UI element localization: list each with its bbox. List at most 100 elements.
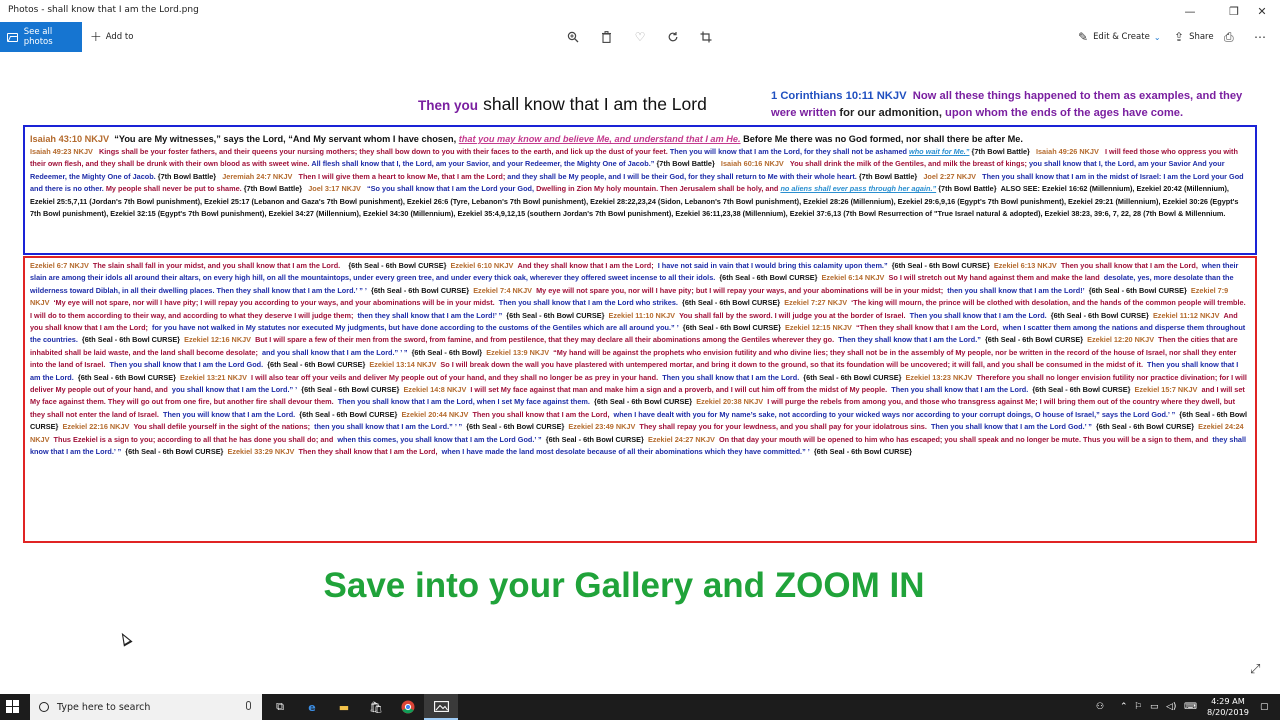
save-banner: Save into your Gallery and ZOOM IN (323, 566, 925, 605)
notifications-icon[interactable]: ▢ (1260, 694, 1269, 720)
verse-text: Then you shall know that I am the Lord, (472, 409, 610, 419)
verse-tag: {6th Seal - 6th Bowl CURSE} (299, 409, 398, 419)
verse-ref: Ezekiel 6:10 NKJV (450, 261, 514, 270)
red-verse-entry: Ezekiel 11:10 NKJV You shall fall by the… (608, 311, 1152, 320)
photos-app-icon[interactable] (424, 694, 458, 720)
verse-highlight: I have not said in vain that I would bri… (657, 261, 888, 270)
blue-verse-paragraph: Isaiah 49:23 NKJV Kings shall be your fo… (30, 146, 1249, 220)
verse-tag: {6th Seal - 6th Bowl CURSE} (77, 372, 176, 382)
verse-highlight: Then you shall know that I am the Lord, … (337, 397, 590, 407)
print-button[interactable]: ⎙ (1224, 22, 1239, 52)
close-button[interactable]: ✕ (1244, 0, 1280, 22)
window-title: Photos - shall know that I am the Lord.p… (8, 5, 199, 15)
chevron-down-icon: ⌄ (1153, 32, 1161, 42)
verse-tag: {6th Seal - 6th Bowl CURSE} (348, 261, 447, 270)
verse-text: You shall defile yourself in the sight o… (133, 422, 311, 432)
expand-fullscreen-icon[interactable]: ⤢ (1250, 662, 1260, 677)
verse-text: My eye will not spare you, nor will I ha… (536, 285, 944, 295)
photos-icon (7, 32, 18, 42)
tray-app-icon[interactable]: ⚐ (1134, 694, 1142, 720)
taskbar-search-box[interactable]: Type here to search (30, 694, 262, 720)
volume-icon[interactable]: ◁) (1166, 694, 1176, 720)
verse-text: My people shall never be put to shame. (105, 184, 242, 194)
store-icon[interactable]: 🛍 (360, 694, 392, 720)
rotate-icon[interactable] (662, 26, 684, 48)
verse-tag: {6th Seal - 6th Bowl CURSE} (682, 323, 781, 333)
verse-ref: Isaiah 60:16 NKJV (720, 159, 784, 169)
red-verse-box: Ezekiel 6:7 NKJV The slain shall fall in… (23, 256, 1257, 543)
microphone-icon[interactable] (246, 701, 251, 710)
print-icon: ⎙ (1224, 29, 1234, 44)
see-all-photos-button[interactable]: See all photos (0, 22, 82, 52)
verse-highlight: Then you shall know that I am the Lord. (662, 372, 800, 382)
edge-browser-icon[interactable]: e (296, 694, 328, 720)
minimize-button[interactable]: — (1172, 0, 1208, 22)
verse-text: You shall drink the milk of the Gentiles… (789, 159, 1027, 169)
chrome-icon[interactable] (392, 694, 424, 720)
verse-ref: Joel 3:17 NKJV (308, 184, 361, 194)
network-icon[interactable]: ▭ (1150, 694, 1159, 720)
start-button[interactable] (6, 700, 20, 714)
chevron-up-icon[interactable]: ⌃ (1120, 694, 1128, 720)
edit-create-label: Edit & Create (1093, 32, 1150, 42)
verse-text: You shall fall by the sword. I will judg… (679, 310, 906, 320)
red-verse-entry: Ezekiel 6:7 NKJV The slain shall fall in… (30, 261, 451, 270)
verse-tag: {6th Seal - 6th Bowl CURSE} (803, 372, 902, 382)
crop-icon[interactable] (695, 26, 717, 48)
verse-highlight: and they shall be My people, and I will … (507, 171, 857, 181)
verse-ref: Ezekiel 12:15 NKJV (784, 323, 852, 333)
verse-tag: {7th Bowl Battle} (243, 184, 303, 194)
task-view-icon[interactable]: ⧉ (264, 694, 296, 720)
verse-ref: Ezekiel 13:23 NKJV (905, 372, 973, 382)
verse-tag: {6th Seal - 6th Bowl CURSE} (301, 385, 400, 395)
verse-text: Then I will give them a heart to know Me… (298, 171, 506, 181)
file-explorer-icon[interactable]: ▬ (328, 694, 360, 720)
share-button[interactable]: ⇪ Share (1174, 22, 1214, 52)
verse-highlight: Then you shall know that I am the Lord G… (930, 422, 1092, 432)
photo-headline: Then you shall know that I am the Lord (418, 94, 773, 115)
verse-tag: {6th Seal - 6th Bowl CURSE} (267, 360, 366, 370)
red-verse-entry: Ezekiel 12:16 NKJV But I will spare a fe… (184, 335, 1087, 344)
verse-text: Kings shall be your foster fathers, and … (98, 147, 668, 156)
zoom-icon[interactable] (562, 26, 584, 48)
clock-time: 4:29 AM (1211, 696, 1245, 706)
verse-text: I will set My face against that man and … (470, 385, 888, 395)
edit-create-button[interactable]: ✎ Edit & Create ⌄ (1078, 22, 1161, 52)
add-to-button[interactable]: + Add to (90, 22, 133, 52)
delete-icon[interactable] (595, 26, 617, 48)
verse-ref: Ezekiel 6:13 NKJV (993, 261, 1057, 270)
verse-tag: {6th Seal - 6th Bowl CURSE} (81, 335, 181, 345)
plus-icon: + (90, 29, 102, 45)
verse-ref: Ezekiel 23:49 NKJV (568, 422, 636, 432)
verse-ref: Ezekiel 15:7 NKJV (1134, 385, 1198, 395)
verse-ref: Ezekiel 11:12 NKJV (1152, 310, 1220, 320)
red-verse-entry: Ezekiel 7:4 NKJV My eye will not spare y… (473, 286, 1191, 295)
verse-highlight: for you have not walked in My statutes n… (152, 323, 679, 333)
verse-text: Before Me there was no God formed, nor s… (743, 134, 1023, 144)
add-to-label: Add to (105, 32, 134, 42)
verse-highlight: “So you shall know that I am the Lord yo… (367, 184, 535, 194)
verse-ref: Ezekiel 24:27 NKJV (647, 434, 715, 444)
verse-tag: {7th Bowl Battle} (971, 147, 1030, 156)
taskbar-clock[interactable]: 4:29 AM 8/20/2019 (1207, 696, 1249, 718)
corinthians-text-3: for our admonition, (839, 107, 942, 119)
verse-tag: {6th Seal - 6th Bowl CURSE} (506, 310, 605, 320)
verse-tag: {6th Seal - 6th Bowl CURSE} (682, 298, 781, 308)
verse-text: The slain shall fall in your midst, and … (92, 261, 341, 270)
verse-ref: Ezekiel 22:16 NKJV (62, 422, 130, 432)
verse-ref: Ezekiel 13:14 NKJV (369, 360, 437, 370)
verse-text: Thus Ezekiel is a sign to you; according… (53, 434, 334, 444)
verse-ref: Ezekiel 20:38 NKJV (696, 397, 764, 407)
verse-highlight: Then you shall know that I am the Lord. (909, 310, 1047, 320)
more-options-button[interactable]: ⋯ (1254, 22, 1271, 52)
blue-verse-box: Isaiah 43:10 NKJV “You are My witnesses,… (23, 125, 1257, 255)
people-icon[interactable]: ⚇ (1096, 694, 1104, 720)
keyboard-icon[interactable]: ⌨ (1184, 694, 1197, 720)
favorite-heart-icon[interactable]: ♡ (629, 26, 651, 48)
verse-ref: Ezekiel 14:8 NKJV (403, 385, 467, 395)
verse-text: But I will spare a few of their men from… (255, 335, 835, 345)
photos-app-window: Photos - shall know that I am the Lord.p… (0, 0, 1280, 720)
verse-tag: {6th Seal - 6th Bowl CURSE} (813, 447, 912, 457)
verse-highlight: and you shall know that I am the Lord.” … (261, 347, 408, 357)
verse-tag: {6th Seal - 6th Bowl CURSE} (719, 273, 818, 283)
